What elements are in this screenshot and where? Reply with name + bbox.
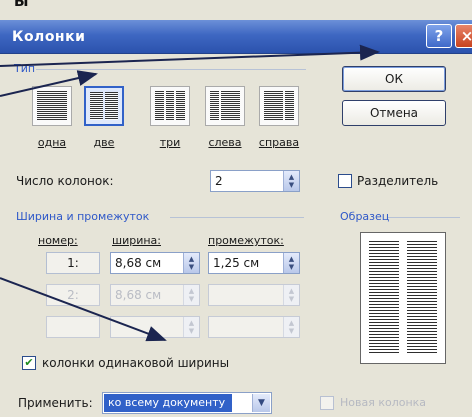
row1-number: 1: [46, 252, 100, 274]
spacing-column-header: промежуток: [208, 234, 284, 247]
preview-pane [360, 232, 446, 364]
arrow-to-ok [0, 44, 380, 67]
width-section-divider [170, 217, 304, 218]
apply-label: Применить: [18, 396, 93, 410]
apply-dropdown[interactable]: ко всему документу ▼ [102, 392, 272, 414]
spin-up-icon: ▲ [288, 173, 295, 181]
preset-label-one[interactable]: одна [27, 136, 77, 149]
preset-one-icon [37, 91, 67, 121]
cancel-button[interactable]: Отмена [342, 100, 446, 126]
row1-width-input[interactable]: 8,68 см ▲ ▼ [110, 252, 200, 274]
preset-three-icon [155, 91, 164, 121]
page-heading-fragment: Ы [14, 0, 29, 10]
width-section-label: Ширина и промежуток [16, 210, 150, 223]
help-button[interactable]: ? [426, 24, 452, 48]
separator-label[interactable]: Разделитель [357, 174, 438, 188]
row3-spacing-input: ▲ ▼ [208, 316, 300, 338]
row3-width-input: ▲ ▼ [110, 316, 200, 338]
type-section-divider [36, 69, 306, 70]
spin-down-icon: ▼ [288, 181, 295, 189]
width-column-header: ширина: [112, 234, 161, 247]
number-column-header: номер: [38, 234, 78, 247]
preset-label-right[interactable]: справа [254, 136, 304, 149]
row2-spacing-input: ▲ ▼ [208, 284, 300, 306]
new-column-checkbox [320, 396, 334, 410]
preset-one-column[interactable] [32, 86, 72, 126]
preset-label-two[interactable]: две [79, 136, 129, 149]
row2-width-input: 8,68 см ▲ ▼ [110, 284, 200, 306]
columns-count-spinner[interactable]: ▲ ▼ [283, 171, 299, 191]
preset-two-icon [90, 92, 103, 120]
spin-down-icon: ▼ [288, 295, 295, 303]
equal-width-label[interactable]: колонки одинаковой ширины [42, 356, 229, 370]
row1-width-value: 8,68 см [115, 256, 162, 270]
preset-two-columns[interactable] [84, 86, 124, 126]
preset-left-icon [210, 91, 220, 121]
row1-width-spinner[interactable]: ▲ ▼ [183, 253, 199, 273]
spin-down-icon: ▼ [288, 263, 295, 271]
spin-down-icon: ▼ [188, 263, 195, 271]
spin-down-icon: ▼ [288, 327, 295, 335]
chevron-down-icon[interactable]: ▼ [252, 394, 270, 412]
close-button[interactable]: × [455, 24, 472, 48]
preset-label-three[interactable]: три [145, 136, 195, 149]
check-icon: ✔ [24, 356, 34, 369]
preview-section-divider [388, 217, 460, 218]
preset-left[interactable] [205, 86, 245, 126]
spin-up-icon: ▲ [188, 287, 195, 295]
separator-checkbox[interactable] [338, 174, 352, 188]
row1-spacing-value: 1,25 см [213, 256, 260, 270]
spin-up-icon: ▲ [288, 255, 295, 263]
spin-down-icon: ▼ [188, 327, 195, 335]
row3-width-spinner: ▲ ▼ [183, 317, 199, 337]
columns-count-input[interactable]: 2 ▲ ▼ [210, 170, 300, 192]
columns-count-label: Число колонок: [16, 174, 114, 188]
preset-right-icon [264, 91, 283, 121]
row2-spacing-spinner: ▲ ▼ [283, 285, 299, 305]
preview-section-label: Образец [340, 210, 390, 223]
preset-label-left[interactable]: слева [200, 136, 250, 149]
new-column-label: Новая колонка [340, 396, 427, 409]
dialog-title: Колонки [12, 29, 86, 45]
row3-spacing-spinner: ▲ ▼ [283, 317, 299, 337]
row1-spacing-spinner[interactable]: ▲ ▼ [283, 253, 299, 273]
columns-count-value: 2 [215, 174, 223, 188]
spin-up-icon: ▲ [188, 255, 195, 263]
spin-up-icon: ▲ [188, 319, 195, 327]
spin-up-icon: ▲ [288, 287, 295, 295]
preview-column-left [369, 241, 399, 355]
row3-number [46, 316, 100, 338]
row1-spacing-input[interactable]: 1,25 см ▲ ▼ [208, 252, 300, 274]
spin-down-icon: ▼ [188, 295, 195, 303]
dialog-title-bar[interactable]: Колонки ? × [0, 20, 472, 54]
spin-up-icon: ▲ [288, 319, 295, 327]
preset-right[interactable] [259, 86, 299, 126]
apply-selected-value: ко всему документу [104, 394, 232, 412]
preset-three-columns[interactable] [150, 86, 190, 126]
type-section-label: Тип [14, 62, 36, 75]
ok-button[interactable]: ОК [342, 66, 446, 92]
equal-width-checkbox[interactable]: ✔ [22, 356, 36, 370]
row2-width-spinner: ▲ ▼ [183, 285, 199, 305]
row2-width-value: 8,68 см [115, 288, 162, 302]
preview-column-right [407, 241, 437, 355]
row2-number: 2: [46, 284, 100, 306]
